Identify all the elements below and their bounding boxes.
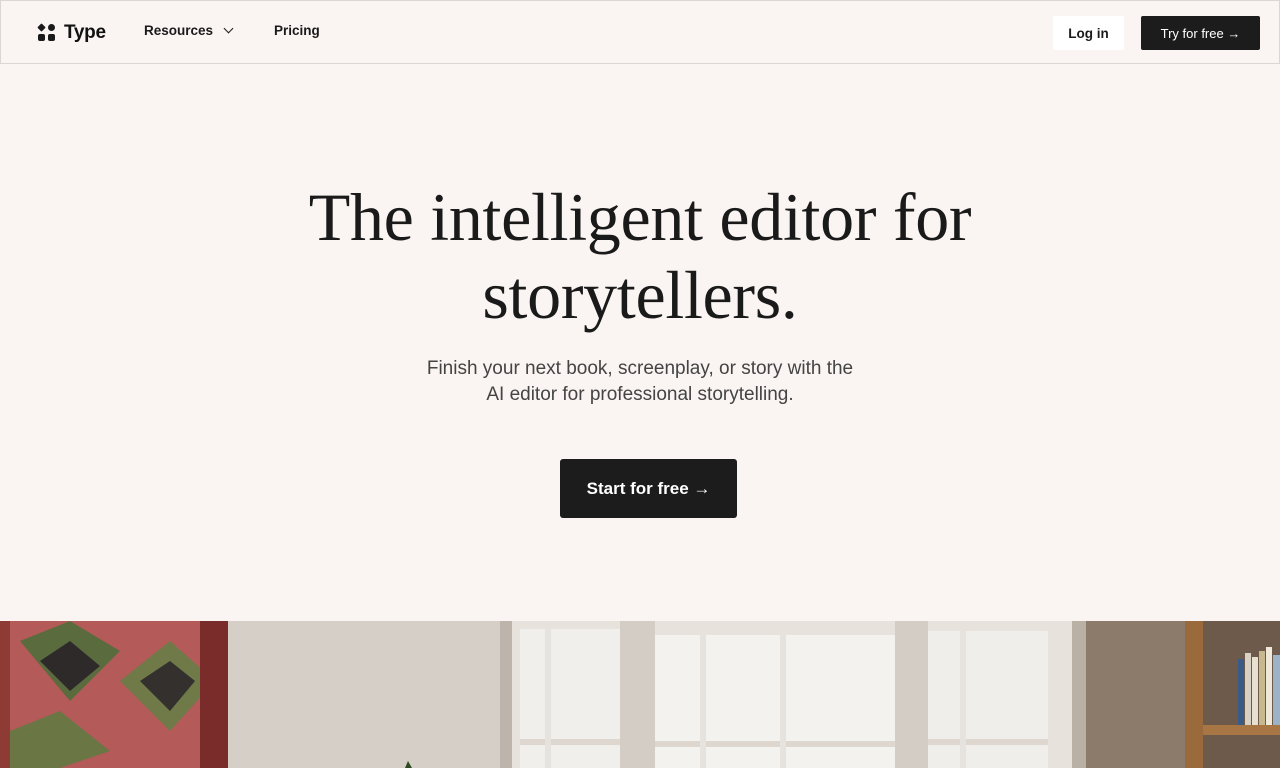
nav-pricing[interactable]: Pricing <box>274 23 320 38</box>
hero-title-line-1: The intelligent editor for <box>308 179 972 255</box>
login-button[interactable]: Log in <box>1053 16 1124 50</box>
hero-title-line-2: storytellers. <box>482 257 798 333</box>
brand-logo[interactable]: Type <box>37 22 106 44</box>
start-for-free-button[interactable]: Start for free → <box>560 459 737 518</box>
nav-resources[interactable]: Resources <box>144 23 234 38</box>
hero-title: The intelligent editor for storytellers. <box>0 178 1280 334</box>
brand-name: Type <box>64 22 106 43</box>
type-logo-icon <box>37 23 56 42</box>
hero-subtitle-line-2: AI editor for professional storytelling. <box>486 384 794 405</box>
hero-subtitle-line-1: Finish your next book, screenplay, or st… <box>426 358 854 379</box>
nav-pricing-label: Pricing <box>274 23 320 38</box>
hero-photo <box>0 621 1280 768</box>
chevron-down-icon <box>223 23 234 34</box>
room-photo-illustration <box>0 621 1280 768</box>
try-for-free-button[interactable]: Try for free → <box>1141 16 1260 50</box>
navbar: Type Resources Pricing Log in Try for fr… <box>0 0 1280 64</box>
nav-resources-label: Resources <box>144 23 214 38</box>
hero-subtitle: Finish your next book, screenplay, or st… <box>0 356 1280 408</box>
